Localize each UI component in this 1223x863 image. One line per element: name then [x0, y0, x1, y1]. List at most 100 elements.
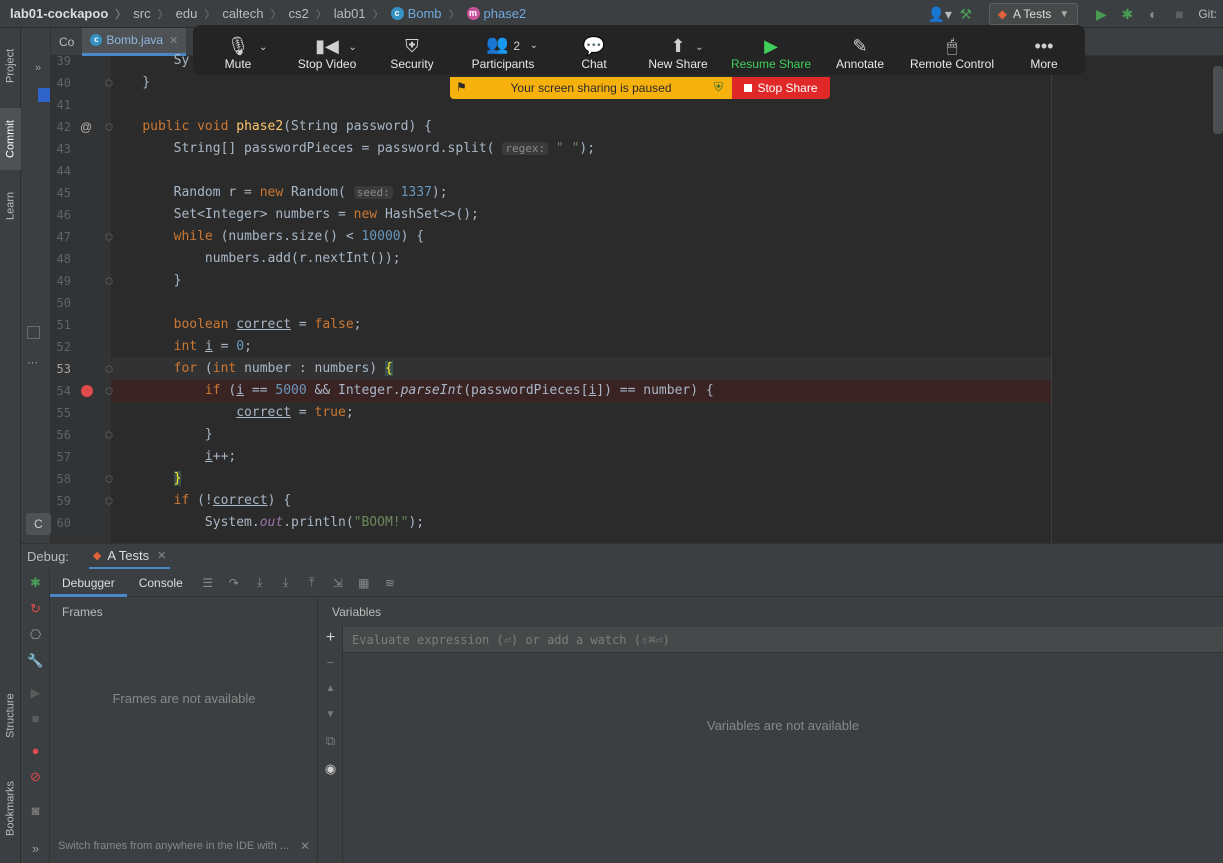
debug-bug-icon[interactable]: ✱	[1114, 6, 1140, 23]
camera-icon[interactable]: ◙	[21, 803, 50, 818]
stop-share-button[interactable]: Stop Share	[732, 77, 830, 99]
evaluate-expression-input[interactable]: Evaluate expression (⏎) or add a watch (…	[343, 627, 1223, 653]
remote-control-button[interactable]: 🖱 Remote Control	[899, 25, 1005, 71]
breadcrumb-bomb[interactable]: c Bomb 〉	[390, 6, 467, 22]
trace-icon[interactable]: ≋	[377, 576, 403, 590]
attach-icon[interactable]: ⎔	[21, 627, 50, 643]
code-line[interactable]: System.out.println("BOOM!");	[111, 512, 1051, 534]
fold-marker-icon[interactable]: ⬡	[104, 380, 114, 402]
code-line[interactable]: }	[111, 424, 1051, 446]
participants-button[interactable]: 👥 2 ⌄ Participants	[453, 25, 553, 71]
stop-video-button[interactable]: ▮◀ ⌄ Stop Video	[283, 25, 371, 71]
move-up-icon[interactable]: ▲	[318, 683, 343, 694]
line-number[interactable]: 47	[51, 226, 71, 248]
fold-marker-icon[interactable]: ⬡	[104, 468, 114, 490]
code-line[interactable]: while (numbers.size() < 10000) {	[111, 226, 1051, 248]
step-over-icon[interactable]: ↷	[221, 576, 247, 590]
chevron-down-icon[interactable]: ⌄	[695, 37, 703, 59]
move-down-icon[interactable]: ▼	[318, 709, 343, 720]
code-line[interactable]: boolean correct = false;	[111, 314, 1051, 336]
evaluate-icon[interactable]: ▦	[351, 576, 377, 590]
code-line[interactable]: Set<Integer> numbers = new HashSet<>();	[111, 204, 1051, 226]
force-step-into-icon[interactable]: ⤓	[273, 575, 299, 590]
tab-debugger[interactable]: Debugger	[50, 569, 127, 597]
eye-icon[interactable]: ◉	[318, 761, 343, 777]
coverage-icon[interactable]: ◐	[1140, 6, 1166, 22]
close-icon[interactable]: ✕	[300, 839, 310, 853]
more-icon[interactable]: ⋯	[27, 356, 38, 369]
editor-scrollbar-thumb[interactable]	[1213, 66, 1223, 134]
code-line[interactable]	[111, 160, 1051, 182]
fold-marker-icon[interactable]: ⬡	[104, 116, 114, 138]
close-icon[interactable]: ✕	[157, 549, 166, 562]
breadcrumb-cs2[interactable]: cs2 〉	[289, 6, 334, 22]
line-number[interactable]: 51	[51, 314, 71, 336]
close-icon[interactable]: ✕	[169, 34, 178, 47]
code-line[interactable]: i++;	[111, 446, 1051, 468]
view-breakpoints-icon[interactable]: ●	[21, 743, 50, 758]
code-line[interactable]: for (int number : numbers) {	[111, 358, 1051, 380]
line-number[interactable]: 56	[51, 424, 71, 446]
stop-icon[interactable]: ■	[1166, 6, 1192, 22]
breadcrumb-lab01[interactable]: lab01 〉	[334, 6, 391, 22]
line-number[interactable]: 54	[51, 380, 71, 402]
fold-marker-icon[interactable]: ⬡	[104, 490, 114, 512]
line-number[interactable]: 50	[51, 292, 71, 314]
breadcrumb-phase2[interactable]: m phase2	[466, 6, 526, 21]
line-number[interactable]: 58	[51, 468, 71, 490]
chat-button[interactable]: 💬 Chat	[553, 25, 635, 71]
annotation-marker-icon[interactable]: @	[80, 116, 92, 138]
copy-icon[interactable]: ⧉	[318, 733, 343, 749]
fold-marker-icon[interactable]: ⬡	[104, 358, 114, 380]
code-line[interactable]: int i = 0;	[111, 336, 1051, 358]
line-number[interactable]: 48	[51, 248, 71, 270]
commit-button[interactable]: C	[26, 513, 51, 535]
breakpoint-icon[interactable]	[81, 385, 93, 397]
code-line[interactable]: }	[111, 270, 1051, 292]
mute-breakpoints-icon[interactable]: ⊘	[21, 769, 50, 785]
line-number[interactable]: 44	[51, 160, 71, 182]
expand-icon[interactable]: »	[35, 62, 41, 74]
line-number[interactable]: 39	[51, 50, 71, 72]
fold-marker-icon[interactable]: ⬡	[104, 424, 114, 446]
checkbox[interactable]	[27, 326, 40, 339]
tool-tab-commit[interactable]: Commit	[0, 108, 21, 170]
chevron-down-icon[interactable]: ⌄	[348, 37, 356, 59]
breadcrumb-edu[interactable]: edu 〉	[176, 6, 223, 22]
add-watch-icon[interactable]: +	[318, 629, 343, 647]
fold-marker-icon[interactable]: ⬡	[104, 226, 114, 248]
line-number[interactable]: 60	[51, 512, 71, 534]
build-hammer-icon[interactable]: ⚒	[953, 6, 979, 23]
breadcrumb-caltech[interactable]: caltech 〉	[222, 6, 288, 22]
tab-console[interactable]: Console	[127, 569, 195, 597]
run-to-cursor-icon[interactable]: ⇲	[325, 576, 351, 590]
security-button[interactable]: ⛨ Security	[371, 25, 453, 71]
code-line[interactable]: correct = true;	[111, 402, 1051, 424]
line-number[interactable]: 55	[51, 402, 71, 424]
tool-tab-bookmarks[interactable]: Bookmarks	[0, 768, 21, 848]
line-number[interactable]: 53	[51, 358, 71, 380]
debug-session-tab[interactable]: ◆ A Tests ✕	[88, 544, 171, 570]
code-line[interactable]: numbers.add(r.nextInt());	[111, 248, 1051, 270]
line-number[interactable]: 57	[51, 446, 71, 468]
chevron-down-icon[interactable]: ⌄	[259, 37, 267, 59]
line-number[interactable]: 43	[51, 138, 71, 160]
line-number[interactable]: 45	[51, 182, 71, 204]
tool-tab-structure[interactable]: Structure	[0, 680, 21, 752]
more-button[interactable]: ••• More	[1005, 25, 1083, 71]
line-number[interactable]: 41	[51, 94, 71, 116]
expand-icon[interactable]: »	[21, 841, 50, 856]
fold-marker-icon[interactable]: ⬡	[104, 72, 114, 94]
code-line[interactable]	[111, 292, 1051, 314]
line-number[interactable]: 59	[51, 490, 71, 512]
tool-tab-project[interactable]: Project	[0, 36, 21, 96]
fold-marker-icon[interactable]: ⬡	[104, 270, 114, 292]
menu-icon[interactable]: ☰	[195, 576, 221, 590]
run-icon[interactable]: ▶	[1088, 6, 1114, 23]
tool-tab-learn[interactable]: Learn	[0, 180, 21, 232]
chevron-down-icon[interactable]: ⌄	[530, 35, 538, 57]
resume-icon[interactable]: ▶	[21, 685, 50, 701]
user-icon[interactable]: 👤▾	[927, 6, 953, 23]
resume-share-button[interactable]: ▶ Resume Share	[721, 25, 821, 71]
stop-icon[interactable]: ■	[21, 711, 50, 726]
